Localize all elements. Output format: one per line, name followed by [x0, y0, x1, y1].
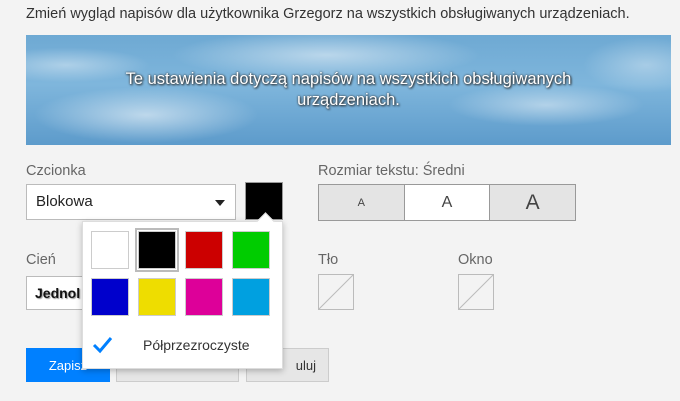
subtitle-preview: Te ustawienia dotyczą napisów na wszystk… — [26, 35, 671, 145]
background-color-swatch[interactable] — [318, 274, 354, 310]
color-option-green[interactable] — [232, 231, 270, 269]
semi-transparent-label: Półprzezroczyste — [143, 337, 250, 353]
intro-text: Zmień wygląd napisów dla użytkownika Grz… — [26, 6, 630, 22]
background-label: Tło — [318, 252, 339, 268]
font-select-value: Blokowa — [36, 193, 93, 210]
shadow-select[interactable]: Jednol — [26, 276, 86, 310]
shadow-label: Cień — [26, 252, 56, 268]
text-size-medium-button[interactable]: A — [403, 185, 490, 220]
text-size-small-button[interactable]: A — [319, 185, 404, 220]
text-size-label: Rozmiar tekstu: Średni — [318, 163, 465, 179]
color-grid — [91, 228, 270, 316]
text-size-large-button[interactable]: A — [489, 185, 576, 220]
no-color-icon — [459, 275, 493, 309]
font-label: Czcionka — [26, 163, 86, 179]
color-option-cyan[interactable] — [232, 278, 270, 316]
color-option-blue[interactable] — [91, 278, 129, 316]
preview-text: Te ustawienia dotyczą napisów na wszystk… — [125, 70, 572, 109]
color-option-magenta[interactable] — [185, 278, 223, 316]
text-size-group: A A A — [318, 184, 576, 221]
semi-transparent-checkbox[interactable]: Półprzezroczyste — [91, 330, 276, 360]
color-option-yellow[interactable] — [138, 278, 176, 316]
checkmark-icon — [92, 337, 113, 354]
chevron-down-icon — [215, 200, 225, 206]
window-color-swatch[interactable] — [458, 274, 494, 310]
font-select[interactable]: Blokowa — [26, 184, 236, 220]
color-option-black[interactable] — [135, 228, 179, 272]
no-color-icon — [319, 275, 353, 309]
color-option-red[interactable] — [185, 231, 223, 269]
color-option-white[interactable] — [91, 231, 129, 269]
color-picker-popover: Półprzezroczyste — [82, 212, 283, 369]
window-label: Okno — [458, 252, 493, 268]
